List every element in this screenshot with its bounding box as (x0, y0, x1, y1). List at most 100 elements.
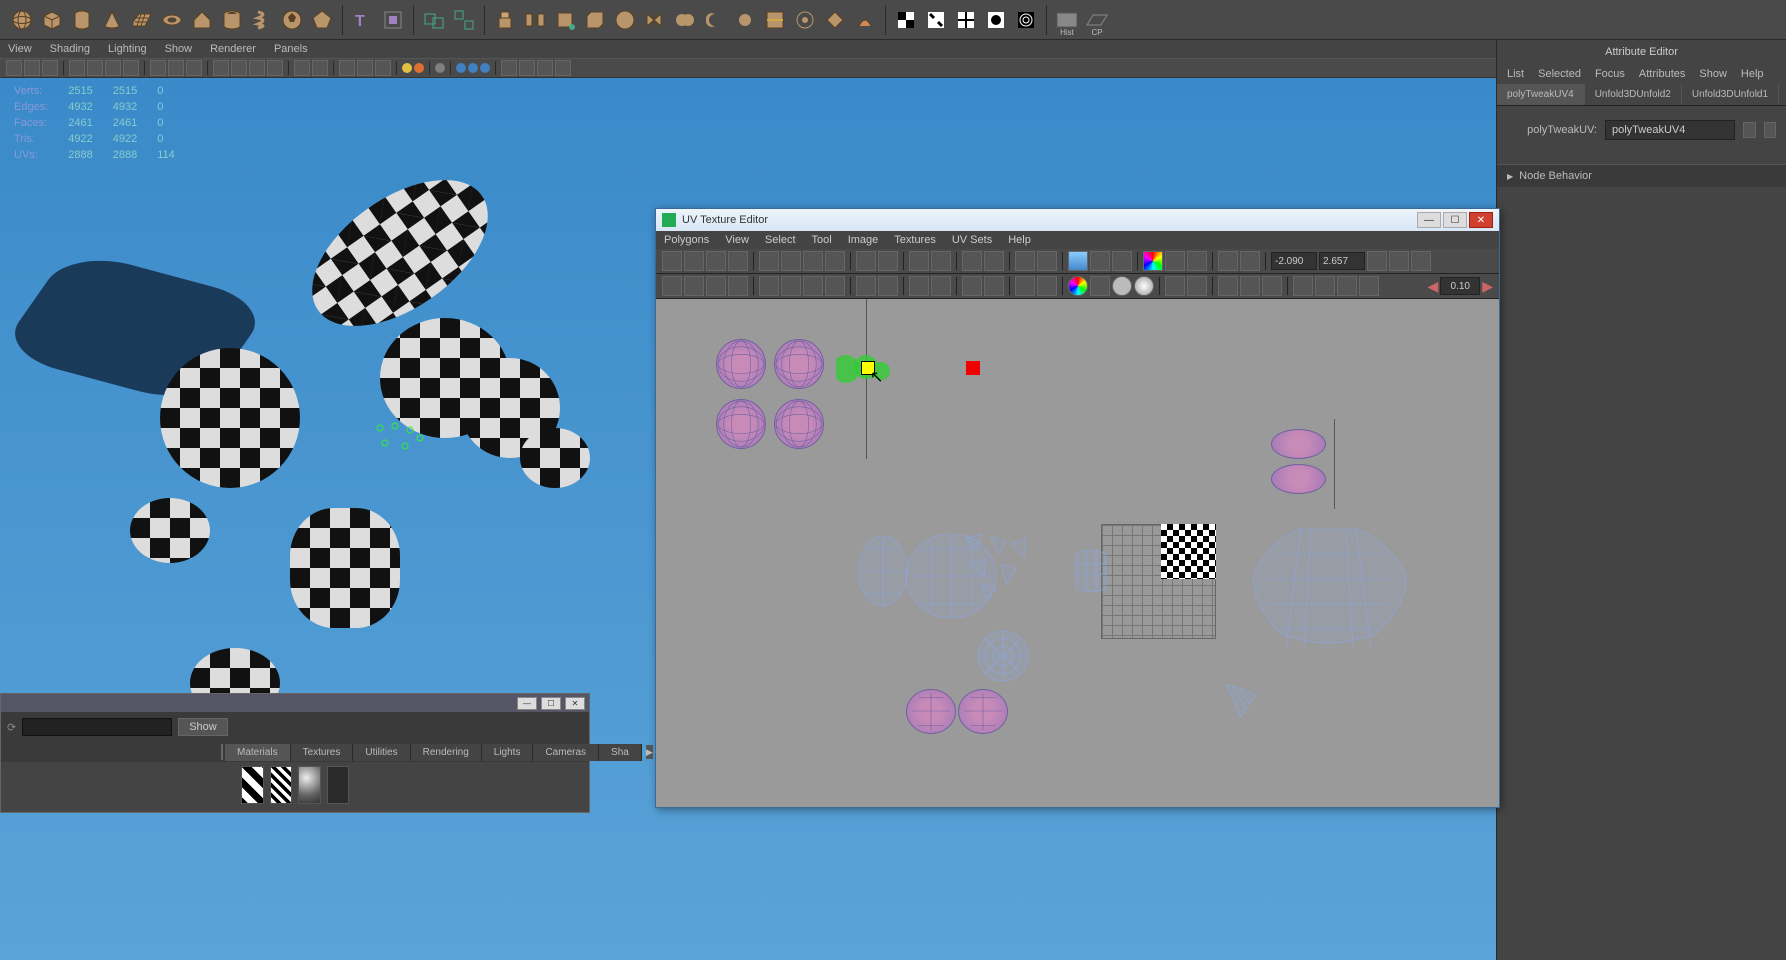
wire-shaded-icon[interactable] (267, 60, 283, 76)
uv-shell[interactable] (1271, 464, 1326, 494)
select-camera-icon[interactable] (6, 60, 22, 76)
uv-shell[interactable] (1071, 544, 1111, 594)
uv-rotate-ccw-icon[interactable] (803, 251, 823, 271)
uv-checker-icon[interactable] (1165, 251, 1185, 271)
history-icon[interactable]: Hist (1053, 6, 1081, 34)
share-icon[interactable] (555, 60, 571, 76)
uv-rotate-icon[interactable] (684, 276, 704, 296)
tab-polytw[interactable]: polyTw (1779, 84, 1786, 105)
append-icon[interactable] (551, 6, 579, 34)
tab-polytweakuv4[interactable]: polyTweakUV4 (1497, 84, 1585, 105)
interactive-create-icon[interactable] (379, 6, 407, 34)
uv-grid-snap-icon[interactable] (962, 276, 982, 296)
prism-primitive-icon[interactable] (188, 6, 216, 34)
exposure-dot-icon[interactable] (402, 63, 412, 73)
material-swatch[interactable] (298, 766, 321, 804)
uv-smudge-icon[interactable] (728, 276, 748, 296)
uv-isolate-icon[interactable] (1015, 251, 1035, 271)
cone-primitive-icon[interactable] (98, 6, 126, 34)
platonic-primitive-icon[interactable] (308, 6, 336, 34)
node-behavior-section[interactable]: Node Behavior (1497, 164, 1786, 187)
material-swatch[interactable] (327, 766, 350, 804)
bridge-icon[interactable] (521, 6, 549, 34)
uv-snapshot-icon[interactable] (662, 251, 682, 271)
cube-primitive-icon[interactable] (38, 6, 66, 34)
uv-nudge-right-icon[interactable] (1315, 276, 1335, 296)
uv-shade-icon[interactable] (728, 251, 748, 271)
gate-mask-icon[interactable] (123, 60, 139, 76)
boolean-union-icon[interactable] (671, 6, 699, 34)
uv-tool-menu[interactable]: Tool (812, 234, 832, 246)
tab-materials[interactable]: Materials (225, 744, 291, 761)
hypershade-search-input[interactable] (22, 718, 172, 736)
uv-dist-map-icon[interactable] (1240, 251, 1260, 271)
uv-nudge-down-icon[interactable] (1359, 276, 1379, 296)
uv-layout-icon[interactable] (909, 251, 929, 271)
uv-checker2-icon[interactable] (1090, 276, 1110, 296)
hypershade-icon[interactable] (221, 744, 223, 760)
uv-shell[interactable] (956, 529, 1036, 609)
collapse-icon[interactable] (821, 6, 849, 34)
targetweld-icon[interactable] (791, 6, 819, 34)
uv-channel-icon[interactable] (1187, 251, 1207, 271)
uv-sphere-preview-icon[interactable] (1112, 276, 1132, 296)
tab-rendering[interactable]: Rendering (411, 744, 482, 761)
safe-action-icon[interactable] (168, 60, 184, 76)
pipe-primitive-icon[interactable] (218, 6, 246, 34)
uv-manipulator-origin[interactable] (861, 361, 875, 375)
uv-window-titlebar[interactable]: UV Texture Editor — ☐ ✕ (656, 209, 1499, 231)
uv-shell[interactable] (958, 689, 1008, 734)
uv-scale-icon[interactable] (706, 276, 726, 296)
tab-textures[interactable]: Textures (291, 744, 354, 761)
uv-nudge-left-icon[interactable] (1293, 276, 1313, 296)
uv-bake-icon[interactable] (1165, 276, 1185, 296)
uv-unitize-icon[interactable] (1037, 276, 1057, 296)
uv-shell[interactable] (1221, 679, 1261, 719)
resolution-gate-icon[interactable] (105, 60, 121, 76)
uv-flip-v-icon[interactable] (781, 251, 801, 271)
bevel-icon[interactable] (581, 6, 609, 34)
uv-textures-menu[interactable]: Textures (894, 234, 936, 246)
type-tool-icon[interactable]: T (349, 6, 377, 34)
panel-maximize-button[interactable]: ☐ (541, 697, 561, 710)
film-origin-icon[interactable] (519, 60, 535, 76)
boolean-diff-icon[interactable] (701, 6, 729, 34)
uv-cut-icon[interactable] (856, 251, 876, 271)
uv-refresh-icon[interactable] (1367, 251, 1387, 271)
ao-dot-icon[interactable] (456, 63, 466, 73)
gamma-dot-icon[interactable] (414, 63, 424, 73)
uv-copy-uvs-icon[interactable] (1218, 276, 1238, 296)
contour-map-icon[interactable] (1012, 6, 1040, 34)
spherical-map-icon[interactable] (952, 6, 980, 34)
uv-next-arrow-icon[interactable]: ▶ (1482, 278, 1493, 295)
uv-image-display-icon[interactable] (1068, 251, 1088, 271)
tab-unfold3dunfold2[interactable]: Unfold3DUnfold2 (1585, 84, 1682, 105)
uv-select-shell-icon[interactable] (759, 276, 779, 296)
uv-split-icon[interactable] (909, 276, 929, 296)
uv-image-menu[interactable]: Image (848, 234, 879, 246)
material-swatch[interactable] (241, 766, 264, 804)
film-gate-icon[interactable] (87, 60, 103, 76)
torus-primitive-icon[interactable] (158, 6, 186, 34)
boolean-intersect-icon[interactable] (731, 6, 759, 34)
maximize-button[interactable]: ☐ (1443, 212, 1467, 228)
uv-help-menu[interactable]: Help (1008, 234, 1031, 246)
uv-move-icon[interactable] (662, 276, 682, 296)
uv-shell[interactable] (1271, 429, 1326, 459)
sculpt-icon[interactable] (851, 6, 879, 34)
cylinder-primitive-icon[interactable] (68, 6, 96, 34)
attr-focus-menu[interactable]: Focus (1595, 68, 1625, 80)
depth-icon[interactable] (537, 60, 553, 76)
polytweakuv-field[interactable] (1605, 120, 1735, 140)
panels-menu[interactable]: Panels (274, 43, 308, 55)
hardware-texturing-icon[interactable] (249, 60, 265, 76)
planar-map-icon[interactable] (892, 6, 920, 34)
uv-view-menu[interactable]: View (725, 234, 749, 246)
safe-title-icon[interactable] (186, 60, 202, 76)
uv-sew-icon[interactable] (878, 251, 898, 271)
xray-icon[interactable] (357, 60, 373, 76)
uv-v-field[interactable] (1319, 252, 1365, 270)
uv-manipulator-handle[interactable] (966, 361, 980, 375)
uv-step-field[interactable] (1440, 277, 1480, 295)
attr-help-menu[interactable]: Help (1741, 68, 1764, 80)
